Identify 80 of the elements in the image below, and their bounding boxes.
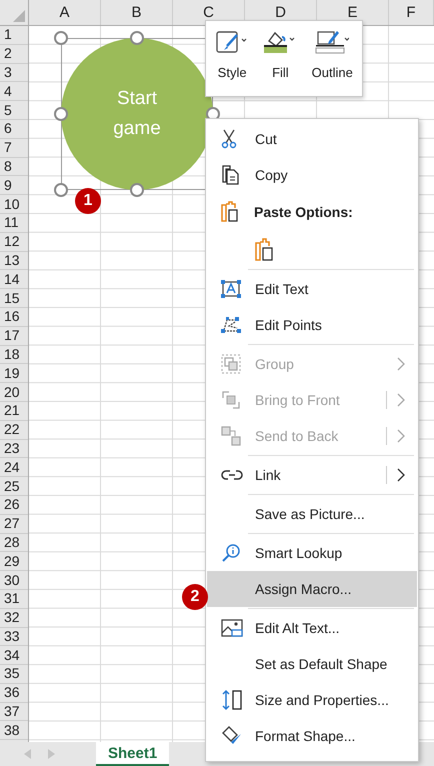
row-label[interactable]: 7	[4, 139, 12, 156]
column-label[interactable]: A	[59, 4, 70, 21]
resize-handle[interactable]	[130, 31, 144, 45]
column-label[interactable]: B	[131, 4, 142, 21]
row-label[interactable]: 13	[4, 252, 20, 269]
sheet-tab[interactable]: Sheet1	[96, 742, 170, 766]
row-label[interactable]: 35	[4, 665, 20, 682]
row-label[interactable]: 21	[4, 402, 20, 420]
row-label[interactable]: 22	[4, 421, 20, 438]
row-label[interactable]: 16	[4, 308, 20, 326]
menu-item[interactable]: Assign Macro...	[207, 571, 417, 607]
row-label[interactable]: 30	[4, 572, 20, 588]
row-label[interactable]: 27	[4, 515, 20, 532]
row-label[interactable]: 28	[4, 534, 20, 551]
fill-button[interactable]: Fill	[261, 27, 300, 96]
menu-item[interactable]: Size and Properties...	[207, 682, 417, 718]
resize-handle[interactable]	[130, 183, 144, 197]
resize-handle[interactable]	[54, 107, 68, 121]
row-label[interactable]: 5	[4, 102, 12, 119]
image-text-icon	[221, 618, 243, 638]
resize-handle[interactable]	[54, 183, 68, 197]
outline-button[interactable]: Outline	[310, 27, 355, 96]
row-label[interactable]: 8	[4, 158, 12, 175]
row-label[interactable]: 18	[4, 346, 20, 363]
size-icon	[221, 689, 243, 711]
row-label[interactable]: 9	[4, 176, 12, 194]
row-label[interactable]: 25	[4, 478, 20, 495]
row-label[interactable]: 34	[4, 646, 20, 664]
pen-outline-icon	[315, 29, 350, 55]
menu-item[interactable]: Smart Lookup	[207, 535, 417, 571]
search-icon	[221, 543, 241, 563]
column-label[interactable]: E	[347, 4, 358, 21]
menu-section-header: Paste Options:	[206, 193, 418, 231]
menu-item[interactable]: Link	[207, 457, 417, 493]
row-label[interactable]: 19	[4, 364, 20, 382]
menu-item[interactable]: Edit Text	[207, 271, 417, 307]
row-label[interactable]: 31	[4, 590, 20, 608]
row-label[interactable]: 24	[4, 458, 20, 476]
menu-item[interactable]: Format Shape...	[207, 718, 417, 754]
row-label[interactable]: 32	[4, 609, 20, 626]
row-label[interactable]: 12	[4, 233, 20, 250]
row-label[interactable]: 23	[4, 440, 20, 457]
row-label[interactable]: 2	[4, 45, 12, 62]
row-label[interactable]: 29	[4, 552, 20, 570]
edit-points-icon	[221, 316, 241, 334]
scissors-icon	[221, 129, 237, 149]
send-back-icon	[221, 426, 241, 446]
row-label[interactable]: 17	[4, 327, 20, 344]
group-icon	[221, 354, 241, 374]
bring-front-icon	[221, 390, 241, 410]
row-label[interactable]: 20	[4, 384, 20, 401]
row-label[interactable]: 26	[4, 496, 20, 514]
row-label[interactable]: 36	[4, 684, 20, 702]
row-label[interactable]: 33	[4, 628, 20, 645]
copy-icon	[221, 165, 241, 185]
menu-item[interactable]: Set as Default Shape	[207, 646, 417, 682]
row-label[interactable]: 38	[4, 722, 20, 739]
row-label[interactable]: 6	[4, 120, 12, 138]
menu-item[interactable]: Save as Picture...	[207, 496, 417, 532]
style-button[interactable]: Style	[213, 27, 252, 96]
row-label[interactable]: 1	[4, 26, 12, 44]
resize-handle[interactable]	[54, 31, 68, 45]
row-label[interactable]: 37	[4, 703, 20, 720]
step-badge: 1	[75, 188, 101, 214]
shape-text: Start game	[112, 87, 162, 141]
menu-item[interactable]: Edit Points	[207, 307, 417, 343]
row-label[interactable]: 4	[4, 82, 12, 100]
menu-item[interactable]: Edit Alt Text...	[207, 610, 417, 646]
row-label[interactable]: 14	[4, 270, 20, 288]
column-label[interactable]: D	[275, 4, 286, 21]
text-box-icon	[221, 280, 241, 298]
column-label[interactable]: C	[203, 4, 214, 21]
column-label[interactable]: F	[406, 4, 416, 21]
row-label[interactable]: 3	[4, 64, 12, 81]
clipboard-icon	[220, 201, 240, 223]
row-label[interactable]: 11	[4, 214, 19, 232]
brush-square-icon	[215, 30, 250, 54]
row-label[interactable]: 15	[4, 290, 20, 307]
step-badge: 2	[182, 584, 208, 610]
row-label[interactable]: 10	[4, 196, 20, 213]
